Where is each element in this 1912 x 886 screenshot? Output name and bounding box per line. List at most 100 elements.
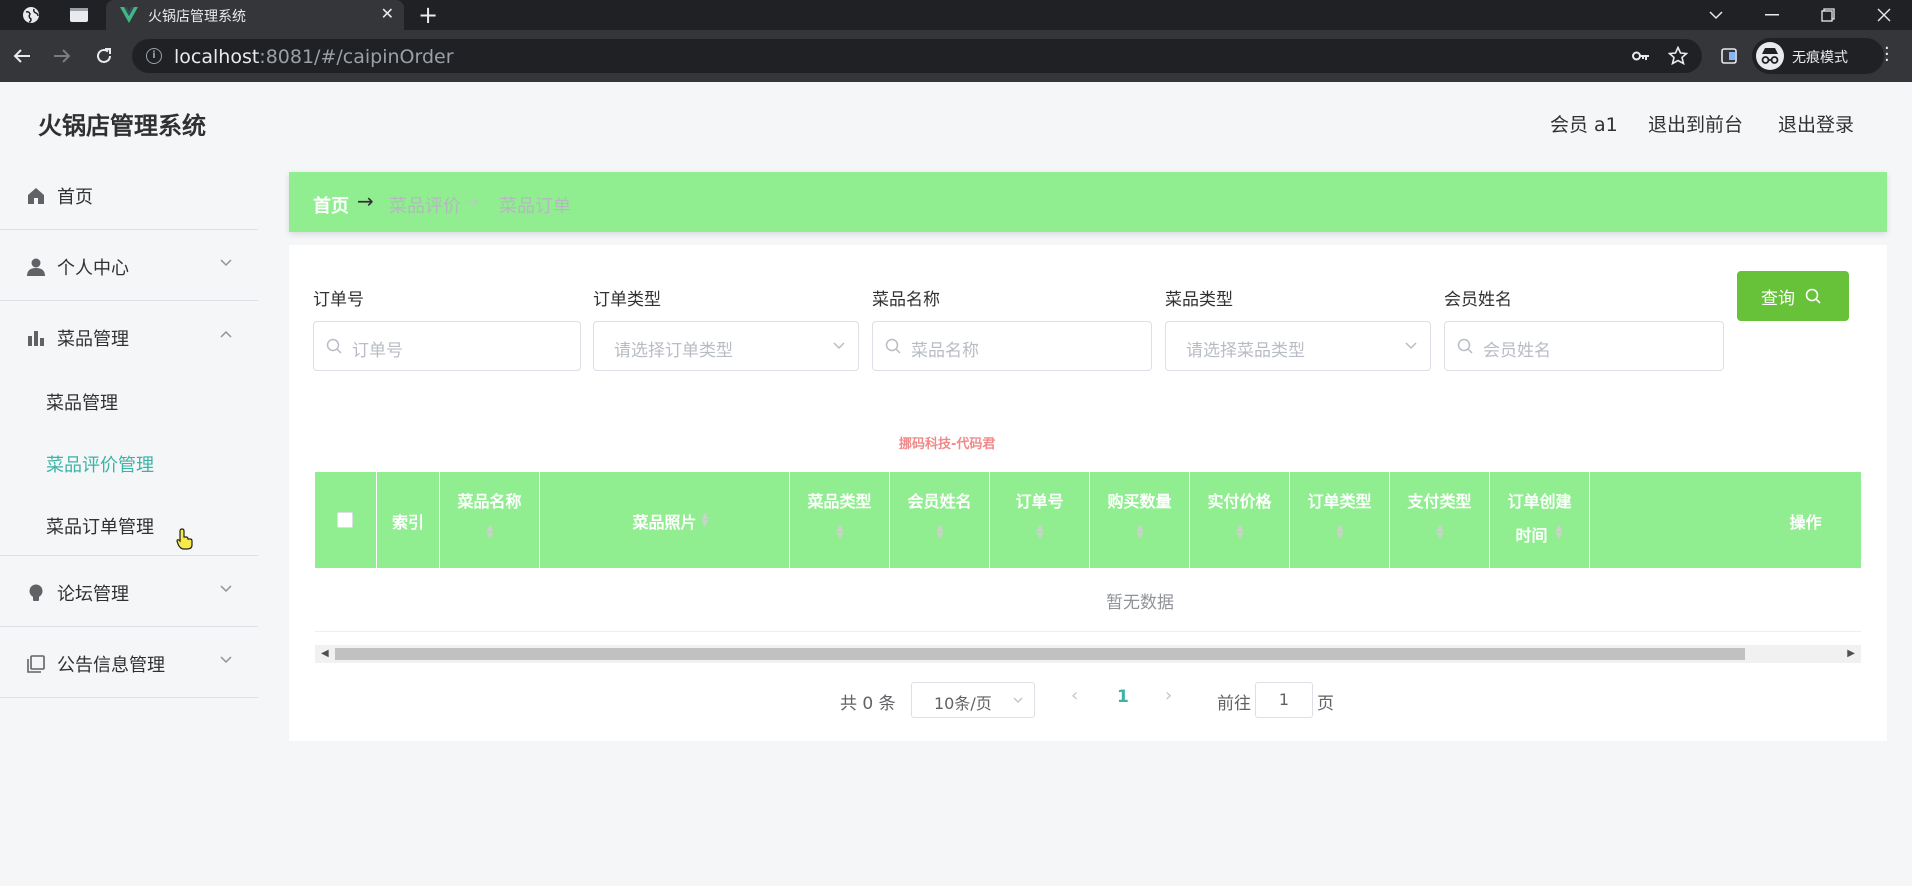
- column-header-label: 操作: [1789, 513, 1822, 532]
- chevron-down-icon: [220, 255, 232, 271]
- page-size-select[interactable]: 10条/页: [911, 682, 1035, 718]
- prev-page-icon[interactable]: ‹: [1071, 685, 1078, 706]
- scroll-left-icon[interactable]: ◀: [321, 648, 329, 659]
- active-tab[interactable]: 火锅店管理系统 ✕: [106, 0, 404, 30]
- breadcrumb-level1[interactable]: 菜品评价: [389, 192, 461, 218]
- column-header-label: 支付类型: [1407, 492, 1472, 511]
- sidebar-item-profile[interactable]: 个人中心: [0, 231, 258, 301]
- watermark: 挪码科技-代码君: [899, 437, 996, 452]
- goto-page-input[interactable]: 1: [1255, 682, 1313, 718]
- logout-link[interactable]: 退出登录: [1778, 110, 1854, 137]
- sort-icon[interactable]: ▲ ▼: [700, 512, 710, 529]
- pagination-total: 共 0 条: [840, 694, 896, 714]
- column-header-label: 实付价格: [1207, 492, 1272, 511]
- column-header-member-name[interactable]: 会员姓名 ▲ ▼: [890, 472, 990, 568]
- member-name-input[interactable]: 会员姓名: [1444, 321, 1724, 371]
- column-header-dish-name[interactable]: 菜品名称 ▲ ▼: [440, 472, 540, 568]
- sort-icon[interactable]: ▲ ▼: [1435, 524, 1445, 541]
- query-button-label: 查询: [1761, 289, 1795, 309]
- bookmark-star-icon[interactable]: [1667, 45, 1689, 71]
- user-icon: [26, 257, 46, 277]
- query-button[interactable]: 查询: [1737, 271, 1849, 321]
- breadcrumb-home[interactable]: 首页: [313, 192, 349, 218]
- minimize-icon[interactable]: [1760, 3, 1784, 27]
- sidebar-subitem-dish-order[interactable]: 菜品订单管理: [0, 494, 258, 556]
- column-header-quantity[interactable]: 购买数量 ▲ ▼: [1090, 472, 1190, 568]
- chevron-down-icon: [220, 581, 232, 597]
- order-type-select[interactable]: 请选择订单类型: [593, 321, 859, 371]
- order-no-placeholder: 订单号: [352, 341, 403, 361]
- chevron-down-icon: [1013, 697, 1023, 703]
- sort-icon[interactable]: ▲ ▼: [1135, 524, 1145, 541]
- order-no-input[interactable]: 订单号: [313, 321, 581, 371]
- search-icon: [326, 338, 342, 354]
- sort-icon[interactable]: ▲ ▼: [1235, 524, 1245, 541]
- sort-icon[interactable]: ▲ ▼: [1335, 524, 1345, 541]
- back-to-front-link[interactable]: 退出到前台: [1648, 110, 1743, 137]
- horizontal-scrollbar[interactable]: ◀ ▶: [315, 645, 1861, 663]
- sort-icon[interactable]: ▲ ▼: [935, 524, 945, 541]
- sort-icon[interactable]: ▲ ▼: [485, 524, 495, 541]
- chevron-down-icon: [1405, 342, 1417, 350]
- order-type-label: 订单类型: [593, 290, 661, 310]
- column-header-label-line2: 时间: [1515, 526, 1548, 545]
- sidebar-item-forum[interactable]: 论坛管理: [0, 557, 258, 627]
- dish-name-input[interactable]: 菜品名称: [872, 321, 1152, 371]
- member-name-label: 会员姓名: [1444, 290, 1512, 310]
- app-header: 火锅店管理系统 会员 a1 退出到前台 退出登录: [0, 82, 1912, 160]
- column-header-order-no[interactable]: 订单号 ▲ ▼: [990, 472, 1090, 568]
- sidebar-subitem-label: 菜品管理: [46, 393, 118, 414]
- sort-icon[interactable]: ▲ ▼: [1554, 524, 1564, 541]
- tab-close-icon[interactable]: ✕: [381, 4, 394, 23]
- sidebar-subitem-label: 菜品订单管理: [46, 517, 154, 538]
- search-icon: [1805, 288, 1821, 304]
- goto-label: 前往: [1217, 694, 1251, 714]
- column-header-label: 订单创建: [1507, 492, 1572, 511]
- address-bar[interactable]: i localhost:8081/#/caipinOrder: [132, 39, 1702, 73]
- scroll-right-icon[interactable]: ▶: [1847, 648, 1855, 659]
- sidebar-subitem-dish-review[interactable]: 菜品评价管理: [0, 432, 258, 494]
- reload-icon[interactable]: [92, 44, 116, 68]
- globe-icon[interactable]: [20, 4, 42, 26]
- sidebar-subitem-dish[interactable]: 菜品管理: [0, 370, 258, 432]
- column-header-pay-type[interactable]: 支付类型 ▲ ▼: [1390, 472, 1490, 568]
- menu-kebab-icon[interactable]: · · ·: [1884, 40, 1890, 70]
- sort-icon[interactable]: ▲ ▼: [835, 524, 845, 541]
- sort-icon[interactable]: ▲ ▼: [1035, 524, 1045, 541]
- incognito-badge[interactable]: 无痕模式: [1752, 38, 1884, 74]
- column-header-label: 会员姓名: [907, 492, 972, 511]
- column-header-index[interactable]: 索引: [377, 472, 440, 568]
- page-number-current[interactable]: 1: [1117, 687, 1129, 707]
- new-tab-icon[interactable]: +: [418, 1, 438, 29]
- home-icon: [26, 186, 46, 206]
- column-header-dish-type[interactable]: 菜品类型 ▲ ▼: [790, 472, 890, 568]
- window-icon[interactable]: [68, 4, 90, 26]
- main-panel: 订单号 订单号 订单类型 请选择订单类型 菜品名称 菜品名称 菜品类型 请选择菜…: [289, 245, 1887, 741]
- copy-icon: [26, 654, 46, 674]
- dish-type-select[interactable]: 请选择菜品类型: [1165, 321, 1431, 371]
- sidebar-item-label: 个人中心: [57, 258, 129, 279]
- sidebar-item-home[interactable]: 首页: [0, 160, 258, 230]
- chevron-up-icon: [220, 326, 232, 342]
- column-header-dish-photo[interactable]: 菜品照片 ▲ ▼: [540, 472, 790, 568]
- scrollbar-thumb[interactable]: [335, 648, 1745, 660]
- column-header-paid-price[interactable]: 实付价格 ▲ ▼: [1190, 472, 1290, 568]
- forward-arrow-icon[interactable]: [50, 44, 74, 68]
- sidebar-item-notice[interactable]: 公告信息管理: [0, 628, 258, 698]
- extension-icon[interactable]: [1718, 44, 1742, 68]
- key-icon[interactable]: [1632, 46, 1650, 67]
- back-arrow-icon[interactable]: [10, 44, 34, 68]
- close-window-icon[interactable]: [1872, 3, 1896, 27]
- column-header-label: 索引: [391, 513, 424, 532]
- url-text[interactable]: localhost:8081/#/caipinOrder: [174, 46, 454, 68]
- restore-icon[interactable]: [1816, 3, 1840, 27]
- select-all-checkbox[interactable]: [337, 512, 353, 528]
- breadcrumb: 首页 → 菜品评价 → 菜品订单: [289, 172, 1887, 232]
- app-title: 火锅店管理系统: [38, 112, 206, 140]
- tab-search-icon[interactable]: [1704, 3, 1728, 27]
- column-header-order-type[interactable]: 订单类型 ▲ ▼: [1290, 472, 1390, 568]
- sidebar-item-dish-management[interactable]: 菜品管理: [0, 302, 258, 372]
- next-page-icon[interactable]: ›: [1165, 685, 1172, 706]
- site-info-icon[interactable]: i: [146, 48, 162, 64]
- column-header-created-time[interactable]: 订单创建 时间 ▲ ▼: [1490, 472, 1590, 568]
